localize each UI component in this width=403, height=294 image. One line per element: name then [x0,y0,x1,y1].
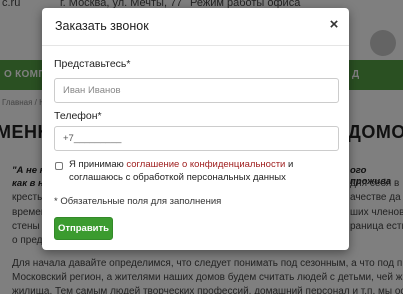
phone-input[interactable] [54,126,339,151]
submit-button[interactable]: Отправить [54,217,113,240]
phone-label: Телефон* [54,110,102,122]
name-label: Представьтесь* [54,58,131,70]
name-input[interactable] [54,78,339,103]
agree-prefix: Я принимаю [69,159,127,170]
required-fields-note: * Обязательные поля для заполнения [54,196,222,207]
callback-modal: Заказать звонок × Представьтесь* Телефон… [42,8,349,250]
close-icon[interactable]: × [327,16,341,34]
agree-checkbox[interactable] [55,162,63,170]
agree-text: Я принимаю соглашение о конфиденциальнос… [69,158,339,184]
privacy-agreement-link[interactable]: соглашение о конфиденциальности [126,159,285,170]
modal-header: Заказать звонок × [42,8,349,46]
modal-title: Заказать звонок [55,19,149,33]
